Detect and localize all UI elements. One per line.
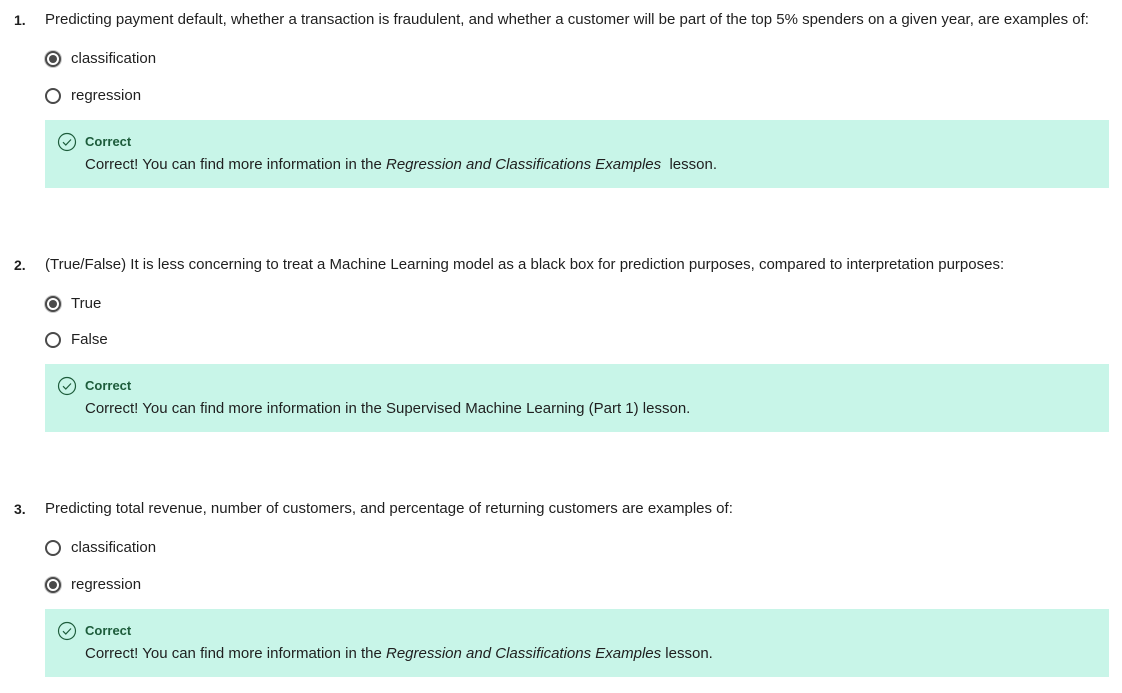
option-classification[interactable]: classification [45,537,156,559]
question-text: Predicting payment default, whether a tr… [45,11,1089,28]
question-number: 1. [14,12,26,28]
feedback-correct: Correct Correct! You can find more infor… [45,609,1109,677]
feedback-message: Correct! You can find more information i… [85,155,717,175]
feedback-message-prefix: Correct! You can find more information i… [85,645,386,662]
question-text: Predicting total revenue, number of cust… [45,500,733,517]
feedback-message: Correct! You can find more information i… [85,644,713,664]
option-label: False [71,331,108,348]
option-regression[interactable]: regression [45,85,141,107]
option-label: regression [71,87,142,104]
radio-unselected-icon[interactable] [45,540,61,556]
feedback-correct: Correct Correct! You can find more infor… [45,120,1109,188]
lesson-name: Regression and Classifications Examples [386,156,662,173]
feedback-title: Correct [85,623,132,638]
radio-selected-icon[interactable] [45,51,61,67]
question-number: 3. [14,501,26,517]
feedback-message-prefix: Correct! You can find more information i… [85,156,386,173]
option-classification[interactable]: classification [45,48,156,70]
option-label: True [71,295,102,312]
feedback-message-suffix: lesson. [661,645,713,662]
lesson-name: Regression and Classifications Examples [386,645,662,662]
question-number: 2. [14,257,26,273]
check-circle-icon [57,132,77,152]
radio-unselected-icon[interactable] [45,88,61,104]
feedback-message: Correct! You can find more information i… [85,400,691,417]
feedback-title: Correct [85,378,132,393]
radio-selected-icon[interactable] [45,577,61,593]
feedback-correct: Correct Correct! You can find more infor… [45,364,1109,432]
feedback-title: Correct [85,134,132,149]
check-circle-icon [57,376,77,396]
radio-selected-icon[interactable] [45,296,61,312]
radio-unselected-icon[interactable] [45,332,61,348]
option-regression[interactable]: regression [45,574,141,596]
option-true[interactable]: True [45,293,101,315]
option-label: classification [71,50,157,67]
option-false[interactable]: False [45,329,108,351]
option-label: regression [71,576,142,593]
option-label: classification [71,539,157,556]
feedback-message-suffix: lesson. [661,156,718,173]
question-text: (True/False) It is less concerning to tr… [45,256,1005,273]
check-circle-icon [57,621,77,641]
